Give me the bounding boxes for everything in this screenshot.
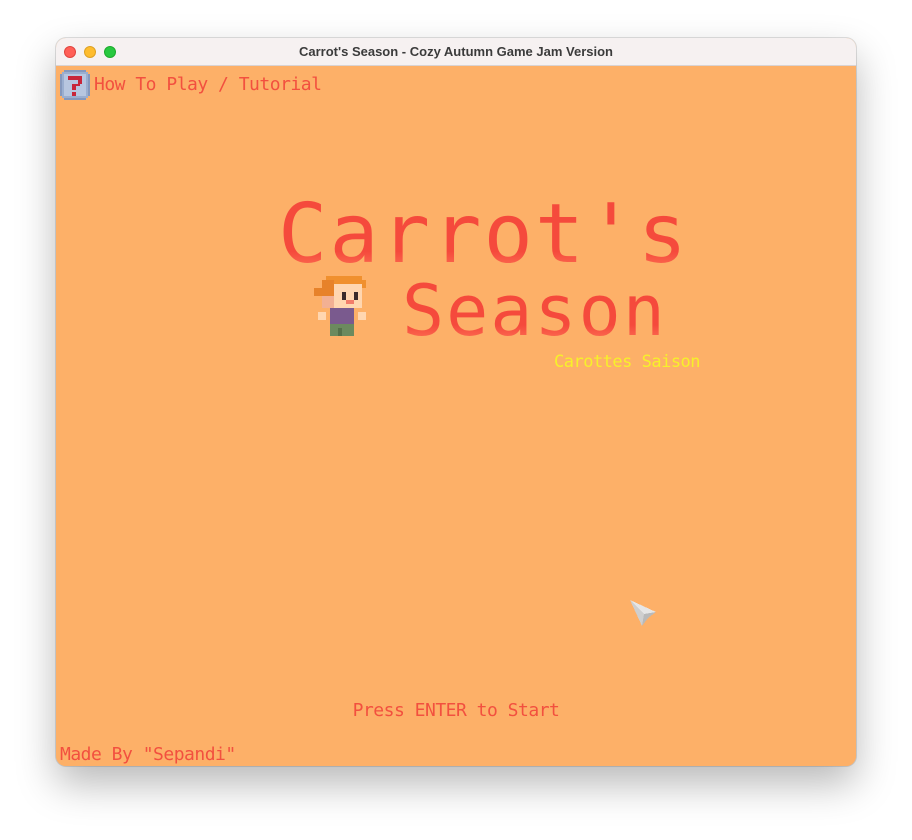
game-title-line2: Season xyxy=(402,270,667,352)
pointer-cursor-icon xyxy=(628,598,658,628)
player-character-sprite xyxy=(314,276,374,340)
credits-text: Made By "Sepandi" xyxy=(60,744,236,765)
press-enter-prompt: Press ENTER to Start xyxy=(352,700,560,721)
question-mark-icon xyxy=(60,70,90,100)
game-subtitle: Carottes Saison xyxy=(554,352,701,372)
window-titlebar[interactable]: Carrot's Season - Cozy Autumn Game Jam V… xyxy=(56,38,856,66)
help-button[interactable] xyxy=(60,70,90,100)
game-window: Carrot's Season - Cozy Autumn Game Jam V… xyxy=(56,38,856,766)
game-title-line1: Carrot's xyxy=(278,187,689,282)
help-tutorial-link[interactable]: How To Play / Tutorial xyxy=(94,74,322,95)
window-title: Carrot's Season - Cozy Autumn Game Jam V… xyxy=(299,44,613,59)
title-screen[interactable]: How To Play / Tutorial Carrot's Season C… xyxy=(56,66,856,766)
